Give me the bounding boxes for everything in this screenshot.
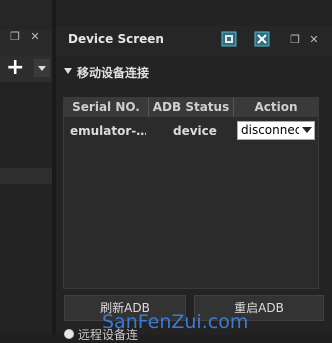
close-icon[interactable]: ✕	[308, 34, 320, 46]
chevron-down-icon	[302, 127, 312, 133]
add-dropdown-button[interactable]	[34, 59, 50, 77]
screen-icon[interactable]	[220, 30, 238, 48]
column-header-serial[interactable]: Serial NO.	[64, 98, 149, 117]
close-icon[interactable]: ✕	[28, 30, 42, 44]
column-header-adb-status[interactable]: ADB Status	[149, 98, 234, 117]
column-header-action[interactable]: Action	[234, 98, 318, 117]
device-table: Serial NO. ADB Status Action emulator-… …	[63, 97, 319, 289]
restore-icon[interactable]: ❐	[8, 30, 22, 44]
action-select[interactable]: disconnec	[237, 121, 315, 140]
restore-icon[interactable]: ❐	[289, 34, 301, 46]
left-panel: ❐ ✕ +	[0, 0, 52, 335]
add-icon[interactable]: +	[6, 57, 24, 79]
device-screen-header: Device Screen ❐ ✕	[56, 26, 332, 56]
action-select-value: disconnec	[241, 123, 299, 137]
device-screen-panel: Device Screen ❐ ✕ 移动设备连接 Serial NO. ADB …	[56, 0, 332, 342]
tools-icon[interactable]	[253, 30, 271, 48]
section-label-mobile-connect[interactable]: 移动设备连接	[77, 64, 149, 81]
cell-serial: emulator-…	[70, 124, 146, 138]
left-toolbar: +	[0, 56, 52, 82]
panel-title: Device Screen	[68, 32, 164, 46]
remote-connect-radio[interactable]	[64, 329, 74, 339]
watermark: SanFenZui.com	[102, 311, 249, 333]
collapse-arrow-icon[interactable]	[64, 68, 72, 74]
left-list	[0, 82, 52, 335]
left-list-selected-row[interactable]	[0, 168, 52, 184]
cell-adb-status: device	[173, 124, 217, 138]
